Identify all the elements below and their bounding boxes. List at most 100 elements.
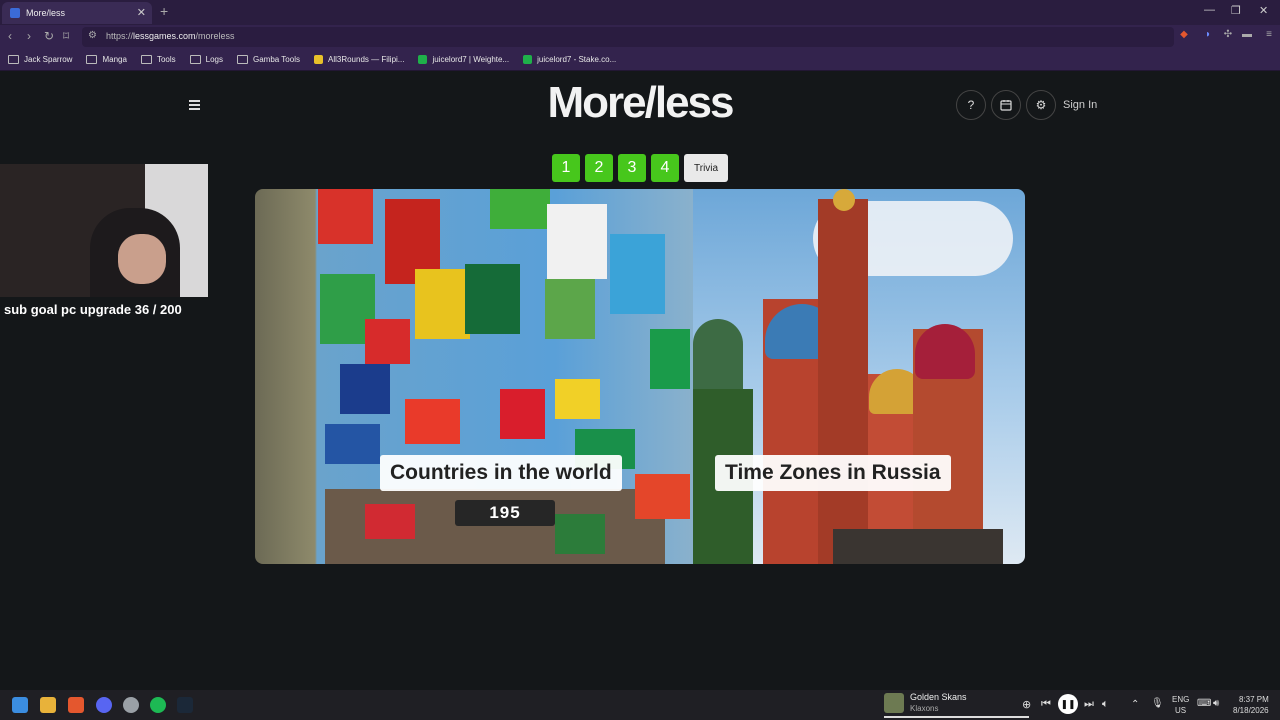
level-button[interactable]: 1 xyxy=(552,154,580,182)
windows-start-icon[interactable] xyxy=(12,697,28,713)
help-icon: ? xyxy=(967,98,975,112)
brave-browser-icon[interactable] xyxy=(68,697,84,713)
clock-time[interactable]: 8:37 PM xyxy=(1239,695,1269,704)
reload-icon[interactable]: ↻ xyxy=(44,29,54,43)
browser-tab[interactable]: More/less ✕ xyxy=(2,2,152,24)
right-comparison-card[interactable]: Time Zones in Russia xyxy=(693,189,1025,564)
help-button[interactable]: ? xyxy=(956,90,986,120)
bookmark-icon[interactable]: ⌑ xyxy=(63,29,69,43)
trivia-button[interactable]: Trivia xyxy=(684,154,729,182)
bookmark-folder[interactable]: Manga xyxy=(86,55,127,64)
minimize-icon[interactable]: — xyxy=(1204,4,1215,16)
flag-image xyxy=(490,189,550,229)
volume-icon[interactable]: 🔈︎ xyxy=(1102,698,1109,711)
bookmark-folder[interactable]: Gamba Tools xyxy=(236,55,300,64)
site-favicon-icon xyxy=(313,55,323,64)
site-favicon-icon xyxy=(418,55,428,64)
golden-dome-image xyxy=(833,189,855,211)
tab-bar: More/less ✕ + — ❐ ✕ xyxy=(0,0,1280,25)
folder-icon xyxy=(86,55,98,64)
calendar-button[interactable] xyxy=(991,90,1021,120)
puzzle-icon[interactable]: ✣ xyxy=(1221,29,1235,43)
flag-image xyxy=(340,364,390,414)
bookmark-link[interactable]: All3Rounds — Filipi... xyxy=(313,55,404,64)
region-indicator[interactable]: US xyxy=(1175,706,1186,715)
level-selector: 1 2 3 4 Trivia xyxy=(552,154,729,182)
obs-icon[interactable] xyxy=(123,697,139,713)
flag-image xyxy=(465,264,520,334)
flag-image xyxy=(365,319,410,364)
flag-image xyxy=(405,399,460,444)
bookmark-folder[interactable]: Logs xyxy=(189,55,223,64)
add-icon[interactable]: ⊕ xyxy=(1022,698,1031,711)
taskbar: Golden Skans Klaxons ⊕ ⏮ ❚❚ ⏭ 🔈︎ ⌃ 🎙︎ EN… xyxy=(0,690,1280,720)
flag-image xyxy=(610,234,665,314)
file-explorer-icon[interactable] xyxy=(40,697,56,713)
restore-icon[interactable]: ❐ xyxy=(1231,4,1241,17)
pause-button[interactable]: ❚❚ xyxy=(1058,694,1078,714)
calendar-icon xyxy=(1000,100,1012,111)
back-icon[interactable]: ‹ xyxy=(8,29,12,43)
dome-image xyxy=(693,319,743,389)
network-icon[interactable]: ⌨︎ xyxy=(1197,698,1211,709)
discord-icon[interactable] xyxy=(96,697,112,713)
settings-button[interactable]: ⚙ xyxy=(1026,90,1056,120)
extension-icon[interactable]: ◗ xyxy=(1201,29,1215,43)
clock-date[interactable]: 8/18/2026 xyxy=(1233,706,1269,715)
next-track-icon[interactable]: ⏭ xyxy=(1084,698,1094,711)
tab-close-icon[interactable]: ✕ xyxy=(137,6,146,19)
tab-title: More/less xyxy=(26,8,66,18)
right-card-title: Time Zones in Russia xyxy=(715,455,951,491)
level-button[interactable]: 3 xyxy=(618,154,646,182)
bookmarks-bar: Jack Sparrow Manga Tools Logs Gamba Tool… xyxy=(0,49,1280,71)
microphone-icon[interactable]: 🎙︎ xyxy=(1151,698,1164,709)
flag-image xyxy=(415,269,470,339)
previous-track-icon[interactable]: ⏮ xyxy=(1041,698,1051,711)
album-art-icon xyxy=(884,693,904,713)
folder-icon xyxy=(8,55,19,64)
gear-icon: ⚙ xyxy=(1035,98,1047,112)
now-playing-title: Golden Skans xyxy=(910,692,967,702)
chevron-up-icon[interactable]: ⌃ xyxy=(1131,699,1139,710)
bookmark-folder[interactable]: Jack Sparrow xyxy=(8,55,72,64)
forward-icon[interactable]: › xyxy=(27,29,31,43)
sub-goal-text: sub goal pc upgrade 36 / 200 xyxy=(4,302,182,317)
flag-image xyxy=(555,514,605,554)
dome-image xyxy=(915,324,975,379)
flag-image xyxy=(500,389,545,439)
site-favicon-icon xyxy=(523,55,533,64)
site-settings-icon[interactable]: ⚙ xyxy=(88,30,97,41)
site-favicon-icon xyxy=(10,8,20,18)
bookmark-link[interactable]: juicelord7 | Weighte... xyxy=(418,55,509,64)
bookmark-link[interactable]: juicelord7 - Stake.co... xyxy=(523,55,616,64)
brave-shield-icon[interactable]: ◆ xyxy=(1177,29,1191,43)
flag-image xyxy=(547,204,607,279)
now-playing-artist: Klaxons xyxy=(910,704,939,713)
flag-image xyxy=(635,474,690,519)
left-comparison-card[interactable]: Countries in the world 195 xyxy=(255,189,693,564)
speaker-icon[interactable]: 🔊︎ xyxy=(1213,698,1219,709)
vpn-icon[interactable]: ▬ xyxy=(1240,29,1254,43)
flag-image xyxy=(650,329,690,389)
close-window-icon[interactable]: ✕ xyxy=(1259,4,1268,17)
level-button[interactable]: 2 xyxy=(585,154,613,182)
hamburger-menu-icon[interactable]: ≡ xyxy=(1262,29,1276,43)
steam-icon[interactable] xyxy=(177,697,193,713)
url-text: https://lessgames.com/moreless xyxy=(106,31,235,41)
spotify-icon[interactable] xyxy=(150,697,166,713)
pause-icon: ❚❚ xyxy=(1060,699,1076,709)
playback-progress[interactable] xyxy=(884,716,1029,718)
language-indicator[interactable]: ENG xyxy=(1172,695,1189,704)
flag-image xyxy=(545,279,595,339)
bookmark-folder[interactable]: Tools xyxy=(140,55,176,64)
level-button[interactable]: 4 xyxy=(651,154,679,182)
sign-in-link[interactable]: Sign In xyxy=(1063,99,1097,111)
flag-image xyxy=(365,504,415,539)
monument-image xyxy=(833,529,1003,564)
webcam-overlay xyxy=(0,164,208,297)
cathedral-spire-image xyxy=(818,199,868,564)
new-tab-button[interactable]: + xyxy=(160,3,168,19)
flag-image xyxy=(555,379,600,419)
folder-icon xyxy=(189,55,201,64)
address-bar[interactable]: ⚙ https://lessgames.com/moreless xyxy=(82,27,1174,47)
